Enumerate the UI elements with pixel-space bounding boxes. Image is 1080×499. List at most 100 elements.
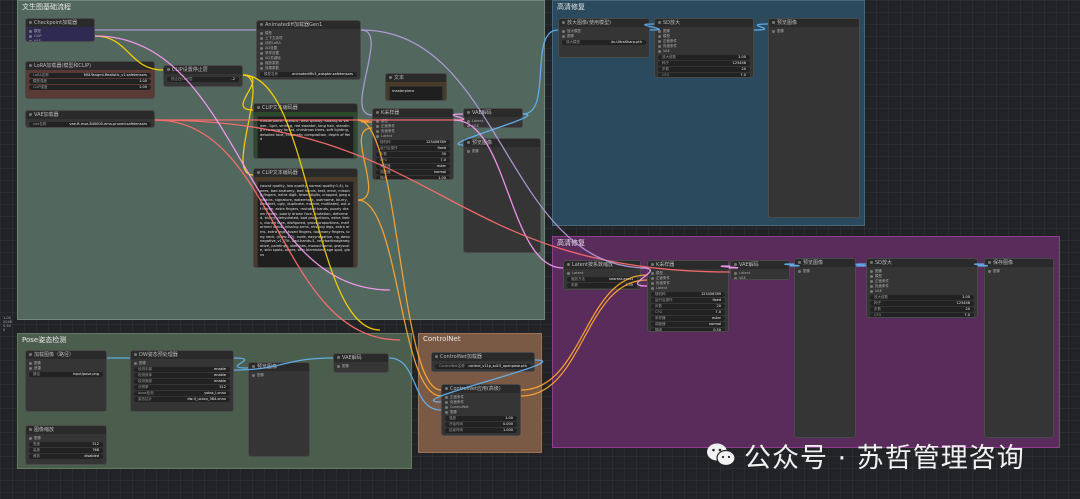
node-up2-latent[interactable]: Latent按系数缩放 Latent 缩放方法 nearest-exact 系数 1.50 bbox=[563, 260, 641, 290]
slot-dot-icon[interactable] bbox=[260, 47, 263, 50]
widget[interactable]: 运行后操作 fixed bbox=[651, 298, 725, 303]
widget[interactable]: 调度器 normal bbox=[376, 170, 450, 175]
prompt-text[interactable]: (worst quality, low quality, normal qual… bbox=[257, 181, 354, 267]
widget[interactable]: CFG 7.0 bbox=[651, 310, 725, 315]
node-title[interactable]: 加载图像（路径） bbox=[26, 351, 106, 359]
input-slot[interactable]: 图像 bbox=[562, 34, 646, 39]
node-checkpoint[interactable]: Checkpoint加载器模型CLIPVAECkpt名称majicMIX rea… bbox=[25, 18, 95, 42]
node-title[interactable]: 保存图像 bbox=[985, 259, 1053, 267]
node-eff-loader[interactable]: Animatediff加载器Gen1 模型 上下文选项 动作LoRA AD设置 采样设置 A… bbox=[256, 20, 361, 80]
node-title[interactable]: K采样器 bbox=[648, 261, 728, 269]
slot-dot-icon[interactable] bbox=[260, 67, 263, 70]
widget[interactable]: 调度器 normal bbox=[651, 322, 725, 327]
input-slot[interactable]: 效果乘数 bbox=[260, 66, 357, 71]
node-title[interactable]: LoRA加载器(模型和CLIP) bbox=[26, 62, 154, 70]
slot-dot-icon[interactable] bbox=[260, 32, 263, 35]
slot-dot-icon[interactable] bbox=[376, 125, 379, 128]
widget[interactable]: 采样器 euler bbox=[651, 316, 725, 321]
widget[interactable]: 随机种 123456789 bbox=[376, 140, 450, 145]
widget[interactable]: 种子 123456 bbox=[658, 61, 750, 66]
node-vae-decode[interactable]: VAE解码LatentVAE图像 bbox=[463, 108, 523, 128]
widget[interactable]: 高度 768 bbox=[29, 448, 103, 453]
widget[interactable]: 种子 123456 bbox=[870, 301, 974, 306]
widget[interactable]: ControlNet名称 control_v11p_sd15_openpose.p… bbox=[435, 364, 531, 369]
node-up-preview[interactable]: 预览图像 图像 bbox=[768, 18, 860, 218]
widget[interactable]: 放大模型 4x-UltraSharp.pth bbox=[562, 40, 646, 45]
slot-dot-icon[interactable] bbox=[29, 362, 32, 365]
node-up-sd[interactable]: SD放大 图像 模型 正面条件 负面条件 VAE 放大倍数 2.00 种子 123456 步数 20 C… bbox=[654, 18, 754, 78]
slot-dot-icon[interactable] bbox=[870, 285, 873, 288]
node-up2-decode[interactable]: VAE解码 Latent VAE bbox=[730, 260, 790, 280]
slot-dot-icon[interactable] bbox=[658, 35, 661, 38]
node-title[interactable]: 放大图像(使用模型) bbox=[559, 19, 649, 27]
widget[interactable]: 宽度 512 bbox=[29, 442, 103, 447]
node-title[interactable]: 预览图像 bbox=[249, 363, 309, 371]
slot-dot-icon[interactable] bbox=[376, 120, 379, 123]
input-slot[interactable]: 图像 bbox=[467, 149, 537, 154]
node-title[interactable]: VAE加载器 bbox=[26, 111, 154, 119]
widget[interactable]: 分辨率 512 bbox=[134, 385, 230, 390]
input-slot[interactable]: 图像 bbox=[772, 29, 856, 34]
input-slot[interactable]: 图像 bbox=[134, 361, 230, 366]
widget[interactable]: 步数 20 bbox=[870, 307, 974, 312]
input-slot[interactable]: 图像 bbox=[798, 269, 852, 274]
node-title[interactable]: CLIP文本编码器 bbox=[254, 169, 357, 177]
slot-dot-icon[interactable] bbox=[260, 52, 263, 55]
input-slot[interactable]: 遮罩 bbox=[29, 366, 103, 371]
widget[interactable]: bbox检测 yolox_l.onnx bbox=[134, 391, 230, 396]
widget[interactable]: 路径 input/pose.png bbox=[29, 372, 103, 377]
node-title[interactable]: VAE解码 bbox=[731, 261, 789, 269]
node-title[interactable]: VAE解码 bbox=[334, 354, 388, 362]
slot-dot-icon[interactable] bbox=[252, 374, 255, 377]
slot-dot-icon[interactable] bbox=[651, 287, 654, 290]
slot-dot-icon[interactable] bbox=[870, 270, 873, 273]
input-slot[interactable]: 图像 bbox=[445, 410, 517, 415]
node-up2-preview[interactable]: 预览图像 图像 bbox=[794, 258, 856, 438]
slot-dot-icon[interactable] bbox=[337, 365, 340, 368]
input-slot[interactable]: Latent bbox=[651, 286, 725, 291]
slot-dot-icon[interactable] bbox=[29, 437, 32, 440]
node-title[interactable]: DW姿态预处理器 bbox=[131, 351, 233, 359]
node-cn-loader[interactable]: ControlNet加载器 ControlNet名称 control_v11p_sd… bbox=[431, 352, 535, 372]
widget[interactable]: 检测面部 enable bbox=[134, 379, 230, 384]
slot-dot-icon[interactable] bbox=[567, 272, 570, 275]
widget[interactable]: 运行后操作 fixed bbox=[376, 146, 450, 151]
slot-dot-icon[interactable] bbox=[734, 277, 737, 279]
node-title[interactable]: SD放大 bbox=[867, 259, 977, 267]
slot-dot-icon[interactable] bbox=[260, 42, 263, 45]
slot-dot-icon[interactable] bbox=[445, 406, 448, 409]
widget[interactable]: 结束时间 1.000 bbox=[445, 428, 517, 433]
slot-dot-icon[interactable] bbox=[376, 130, 379, 133]
slot-dot-icon[interactable] bbox=[467, 150, 470, 153]
slot-dot-icon[interactable] bbox=[29, 35, 32, 38]
slot-dot-icon[interactable] bbox=[260, 57, 263, 60]
slot-dot-icon[interactable] bbox=[658, 50, 661, 53]
slot-dot-icon[interactable] bbox=[562, 35, 565, 38]
slot-dot-icon[interactable] bbox=[658, 40, 661, 43]
input-slot[interactable]: Latent bbox=[567, 271, 637, 276]
slot-dot-icon[interactable] bbox=[29, 30, 32, 33]
widget[interactable]: vae名称 vae-ft-mse-840000-ema-pruned.safete… bbox=[29, 122, 151, 127]
node-pose-load[interactable]: 加载图像（路径） 图像 遮罩 路径 input/pose.png bbox=[25, 350, 107, 412]
slot-dot-icon[interactable] bbox=[734, 272, 737, 275]
node-neg-prompt[interactable]: CLIP文本编码器 (worst quality, low quality, no… bbox=[253, 168, 358, 268]
widget[interactable]: CFG 7.0 bbox=[376, 158, 450, 163]
widget[interactable]: CLIP强度 1.00 bbox=[29, 85, 151, 90]
node-reroute[interactable]: VAE解码图像 bbox=[333, 353, 389, 373]
slot-dot-icon[interactable] bbox=[651, 272, 654, 275]
node-title[interactable]: 预览图像 bbox=[795, 259, 855, 267]
node-pos-prompt[interactable]: CLIP文本编码器 masterpiece, realistic, best qu… bbox=[253, 103, 358, 159]
slot-dot-icon[interactable] bbox=[445, 411, 448, 414]
slot-dot-icon[interactable] bbox=[988, 270, 991, 273]
node-up2-final[interactable]: 保存图像 图像 bbox=[984, 258, 1054, 438]
input-slot[interactable]: 图像 bbox=[337, 364, 385, 369]
node-ksampler[interactable]: K采样器 模型 正面条件 负面条件 Latent 随机种 123456789 运行后操作 fix… bbox=[372, 108, 454, 180]
slot-dot-icon[interactable] bbox=[445, 401, 448, 404]
node-cn-apply[interactable]: ControlNet应用(高级) 正面条件 负面条件 ControlNet 图像 强度 1.… bbox=[441, 384, 521, 436]
slot-dot-icon[interactable] bbox=[651, 282, 654, 285]
widget[interactable]: 停止在CLIP层 -2 bbox=[167, 77, 239, 82]
input-slot[interactable]: VAE bbox=[870, 289, 974, 294]
prompt-text[interactable]: masterpiece, realistic, best quality, lo… bbox=[257, 116, 354, 158]
widget[interactable]: 步数 30 bbox=[376, 152, 450, 157]
slot-dot-icon[interactable] bbox=[260, 37, 263, 40]
